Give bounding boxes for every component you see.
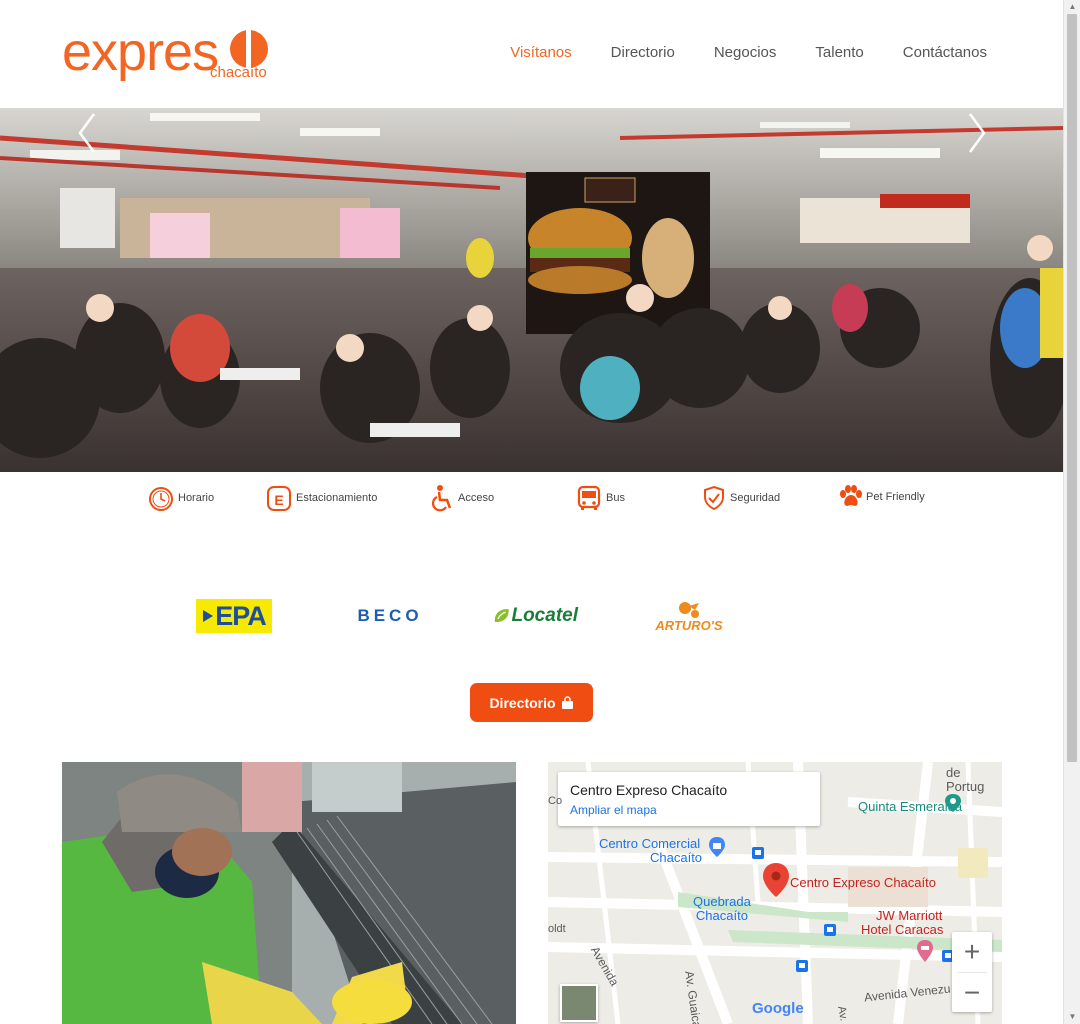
brand-locatel-logo[interactable]: Locatel bbox=[492, 594, 578, 638]
shopping-bag-icon bbox=[561, 695, 573, 709]
chevron-right-icon[interactable] bbox=[962, 108, 992, 158]
brand-epa-logo[interactable]: EPA bbox=[196, 599, 272, 633]
map-label-oldt: oldt bbox=[548, 923, 566, 935]
map-card-title: Centro Expreso Chacaíto bbox=[570, 782, 728, 798]
visitor-info-row: Horario E Estacionamiento Acceso Bus Seg… bbox=[0, 484, 1063, 516]
cleaning-photo-image bbox=[62, 762, 516, 1024]
info-label-bus: Bus bbox=[606, 492, 625, 504]
brand-locatel-text: Locatel bbox=[511, 605, 578, 626]
scrollbar-thumb[interactable] bbox=[1067, 14, 1077, 762]
brand-arturos-text: ARTURO'S bbox=[655, 617, 723, 633]
map-label-quebrada-line1: Quebrada bbox=[693, 894, 751, 909]
info-pet-friendly[interactable]: Pet Friendly bbox=[838, 483, 925, 511]
map-label-centro-comercial: Centro Comercial Chacaíto bbox=[597, 837, 702, 865]
brand-arturos-logo[interactable]: ARTURO'S bbox=[652, 594, 726, 638]
wheelchair-icon bbox=[432, 485, 452, 512]
info-label-acceso: Acceso bbox=[458, 492, 495, 504]
page: expres chacaíto Visítanos Directorio Neg… bbox=[0, 0, 1080, 1024]
nav-item-visitanos[interactable]: Visítanos bbox=[510, 44, 571, 61]
map-label-co: Co bbox=[548, 795, 563, 807]
directorio-button[interactable]: Directorio bbox=[470, 683, 593, 722]
map-label-jw-marriott: JW Marriott Hotel Caracas bbox=[861, 909, 943, 937]
svg-text:E: E bbox=[274, 492, 283, 508]
bus-stop-icon bbox=[752, 847, 764, 859]
site-logo[interactable]: expres chacaíto bbox=[62, 22, 272, 84]
google-logo-text: Google bbox=[752, 1000, 804, 1017]
info-bus[interactable]: Bus bbox=[576, 484, 625, 512]
map-label-centro-comercial-line1: Centro Comercial bbox=[598, 836, 701, 851]
page-scrollbar[interactable]: ▲ ▼ bbox=[1063, 0, 1080, 1024]
epa-arrow-icon bbox=[203, 610, 214, 622]
info-estacionamiento[interactable]: E Estacionamiento bbox=[266, 484, 377, 512]
parking-icon: E bbox=[267, 486, 291, 511]
nav-item-negocios[interactable]: Negocios bbox=[714, 44, 777, 61]
location-marker-icon[interactable] bbox=[762, 862, 790, 898]
map-info-card: Centro Expreso Chacaíto Ampliar el mapa bbox=[558, 772, 820, 826]
bus-stop-icon-2 bbox=[824, 924, 836, 936]
scroll-up-arrow-icon[interactable]: ▲ bbox=[1064, 0, 1080, 14]
shield-icon bbox=[704, 485, 724, 511]
info-horario[interactable]: Horario bbox=[148, 484, 214, 512]
brand-beco-logo[interactable]: BECO bbox=[350, 594, 430, 638]
zoom-in-button[interactable]: + bbox=[952, 932, 992, 972]
nav-item-directorio[interactable]: Directorio bbox=[611, 44, 675, 61]
bus-icon bbox=[577, 485, 601, 510]
map-label-centro-comercial-line2: Chacaíto bbox=[650, 850, 703, 865]
chevron-left-icon[interactable] bbox=[72, 108, 102, 158]
logo-o-mark bbox=[230, 30, 268, 68]
google-logo: Google bbox=[752, 1000, 804, 1017]
map-label-jw-line2: Hotel Caracas bbox=[861, 922, 944, 937]
clock-icon bbox=[149, 487, 173, 511]
info-label-horario: Horario bbox=[178, 492, 215, 504]
hotel-pin-icon bbox=[917, 940, 933, 962]
map-satellite-toggle[interactable] bbox=[560, 984, 598, 1022]
park-pin-icon bbox=[945, 794, 961, 812]
location-map[interactable]: Centro Expreso Chacaíto Ampliar el mapa … bbox=[548, 762, 1002, 1024]
map-label-quebrada-line2: Chacaíto bbox=[695, 908, 748, 923]
bus-stop-icon-4 bbox=[796, 960, 808, 972]
paw-icon bbox=[840, 485, 862, 506]
info-label-estacionamiento: Estacionamiento bbox=[296, 492, 378, 504]
anchor-brands: EPA BECO Locatel ARTURO'S bbox=[0, 594, 1063, 642]
info-acceso[interactable]: Acceso bbox=[430, 484, 494, 512]
hero-carousel bbox=[0, 108, 1063, 472]
logo-wordmark: expres bbox=[62, 22, 219, 82]
map-label-quebrada: Quebrada Chacaíto bbox=[693, 895, 751, 923]
nav-item-contactanos[interactable]: Contáctanos bbox=[903, 44, 987, 61]
map-enlarge-link[interactable]: Ampliar el mapa bbox=[570, 803, 808, 817]
zoom-out-button[interactable]: − bbox=[952, 973, 992, 1013]
map-label-av-bottom: Av. bbox=[835, 1005, 850, 1022]
cleaning-staff-photo bbox=[62, 762, 516, 1024]
arturos-chicken-icon bbox=[679, 601, 699, 618]
info-label-pet-friendly: Pet Friendly bbox=[866, 491, 925, 503]
brand-epa-text: EPA bbox=[215, 600, 267, 631]
nav-item-talento[interactable]: Talento bbox=[815, 44, 863, 61]
logo-subtitle: chacaíto bbox=[210, 64, 267, 81]
map-label-portugal: de Portug bbox=[946, 765, 985, 794]
map-zoom-control: + − bbox=[952, 932, 992, 1012]
brand-beco-text: BECO bbox=[357, 606, 423, 625]
shopping-pin-icon bbox=[709, 837, 725, 857]
map-label-marker: Centro Expreso Chacaíto bbox=[790, 875, 936, 890]
site-header: expres chacaíto Visítanos Directorio Neg… bbox=[0, 0, 1063, 108]
info-seguridad[interactable]: Seguridad bbox=[702, 484, 780, 512]
directorio-button-label: Directorio bbox=[489, 694, 556, 711]
main-nav: Visítanos Directorio Negocios Talento Co… bbox=[510, 44, 987, 61]
food-court-photo bbox=[0, 108, 1063, 472]
locatel-leaf-icon bbox=[494, 609, 509, 622]
scroll-down-arrow-icon[interactable]: ▼ bbox=[1064, 1010, 1080, 1024]
info-label-seguridad: Seguridad bbox=[730, 492, 781, 504]
map-label-jw-line1: JW Marriott bbox=[875, 908, 943, 923]
